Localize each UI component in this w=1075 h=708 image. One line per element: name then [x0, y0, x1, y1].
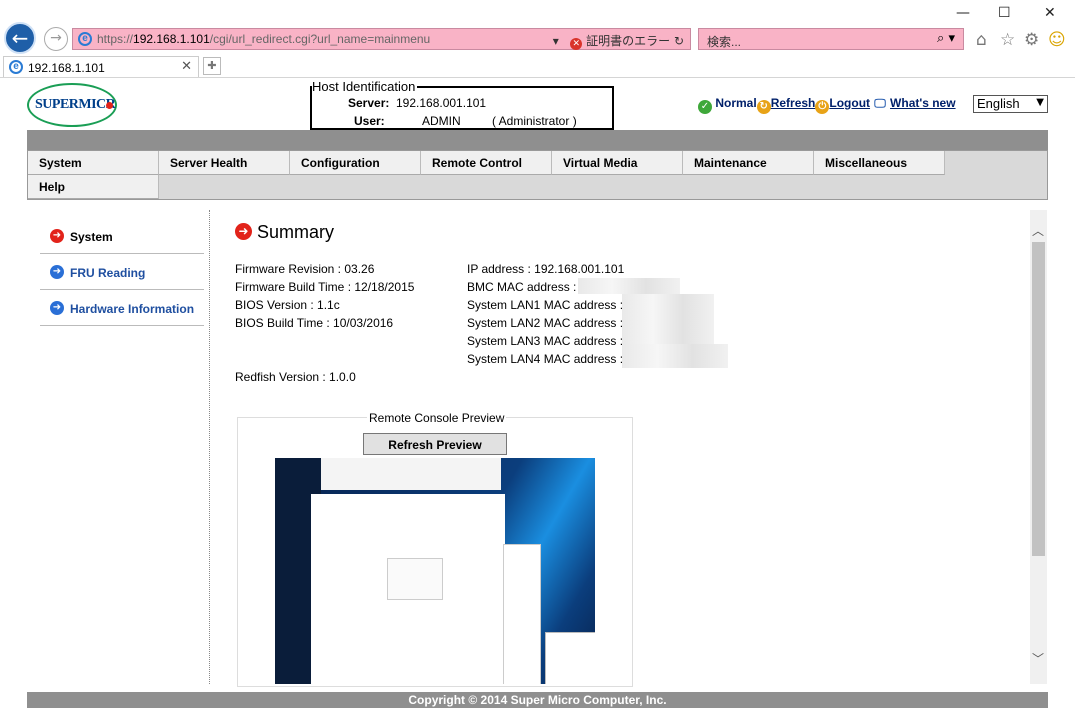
reload-icon[interactable]: ↻ [674, 34, 684, 48]
arrow-right-icon: ➜ [50, 301, 64, 315]
login-dialog [387, 558, 443, 600]
host-identification-box: Host Identification Server: 192.168.001.… [310, 79, 614, 130]
logo-dot [106, 102, 113, 109]
search-input[interactable]: 検索... [707, 33, 741, 50]
page-scrollbar[interactable]: ︿ ﹀ [1030, 210, 1047, 684]
chevron-down-icon: ▼ [1036, 97, 1044, 108]
maximize-icon[interactable]: ☐ [998, 5, 1011, 21]
header-status-links: ✓ Normal ↻ Refresh ⏻ Logout 🖵 What's new [698, 96, 956, 114]
ip-address: IP address : 192.168.001.101 [467, 262, 625, 276]
minimize-icon[interactable]: — [956, 5, 970, 21]
home-icon[interactable]: ⌂ [976, 30, 987, 50]
redacted-lan-macs [622, 294, 714, 346]
address-url[interactable]: https://192.168.1.101/cgi/url_redirect.c… [97, 32, 430, 46]
language-select[interactable]: English ▼ [973, 95, 1048, 113]
browser-window-header [321, 458, 501, 490]
server-value: 192.168.001.101 [396, 96, 487, 110]
arrow-right-icon: → [50, 30, 62, 46]
secondary-window [503, 544, 541, 684]
sidebar-item-system[interactable]: ➜ System [40, 218, 204, 254]
footer-copyright: Copyright © 2014 Super Micro Computer, I… [27, 692, 1048, 708]
bios-version: BIOS Version : 1.1c [235, 298, 340, 312]
forward-button[interactable]: → [44, 27, 68, 51]
small-window [545, 632, 595, 684]
back-button[interactable]: ← [4, 22, 36, 54]
sidebar-item-fru-reading[interactable]: ➜ FRU Reading [40, 254, 204, 290]
firmware-build-time: Firmware Build Time : 12/18/2015 [235, 280, 415, 294]
redacted-lan4-mac [622, 344, 728, 368]
menu-remote-control[interactable]: Remote Control [421, 151, 552, 175]
scroll-up-icon[interactable]: ︿ [1032, 222, 1044, 239]
host-identification-title: Host Identification [312, 79, 418, 94]
menu-maintenance[interactable]: Maintenance [683, 151, 814, 175]
user-label: User: [354, 114, 385, 128]
tab-divider [0, 77, 1075, 78]
address-bar[interactable]: e https://192.168.1.101/cgi/url_redirect… [72, 28, 691, 50]
ie-tab-icon: e [9, 60, 23, 74]
new-tab-button[interactable]: ✚ [203, 57, 221, 75]
arrow-right-icon: ➜ [50, 265, 64, 279]
lan2-mac-address: System LAN2 MAC address : [467, 316, 624, 330]
monitor-icon[interactable]: 🖵 [870, 96, 890, 111]
refresh-icon[interactable]: ↻ [756, 100, 771, 114]
settings-gear-icon[interactable]: ⚙ [1024, 30, 1039, 50]
refresh-preview-button[interactable]: Refresh Preview Image [363, 433, 507, 472]
console-preview-image[interactable] [275, 458, 595, 684]
ie-page-icon: e [78, 32, 92, 46]
menu-configuration[interactable]: Configuration [290, 151, 421, 175]
refresh-link[interactable]: Refresh [771, 96, 816, 110]
user-value: ADMIN [422, 114, 461, 128]
arrow-left-icon: ← [11, 26, 29, 50]
remote-console-preview-title: Remote Console Preview [367, 411, 507, 425]
cert-error-text[interactable]: 証明書のエラー [586, 34, 670, 48]
user-role: ( Administrator ) [492, 114, 577, 128]
cert-error-icon[interactable]: ✕ [570, 38, 583, 50]
menu-virtual-media[interactable]: Virtual Media [552, 151, 683, 175]
bios-build-time: BIOS Build Time : 10/03/2016 [235, 316, 394, 330]
server-label: Server: [348, 96, 390, 110]
search-box[interactable]: 検索... ⌕ ▾ [698, 28, 964, 50]
bmc-mac-address: BMC MAC address : [467, 280, 577, 294]
lan3-mac-address: System LAN3 MAC address : [467, 334, 624, 348]
menu-server-health[interactable]: Server Health [159, 151, 290, 175]
scroll-down-icon[interactable]: ﹀ [1032, 650, 1044, 667]
sidebar-divider [209, 210, 210, 684]
supermicro-logo: SUPERMICR [27, 83, 117, 127]
lan4-mac-address: System LAN4 MAC address : [467, 352, 624, 366]
status-normal: Normal [715, 96, 757, 110]
address-tools: ▾ ✕ 証明書のエラー ↻ [553, 32, 684, 50]
dropdown-icon[interactable]: ▾ [553, 34, 559, 48]
search-icon[interactable]: ⌕ ▾ [937, 31, 955, 46]
main-menu: System Server Health Configuration Remot… [27, 150, 1048, 200]
close-icon[interactable]: ✕ [1044, 5, 1056, 21]
smiley-feedback-icon[interactable]: ☺ [1048, 30, 1066, 50]
menu-miscellaneous[interactable]: Miscellaneous [814, 151, 945, 175]
menu-top-bar [27, 130, 1048, 150]
page-title: Summary [257, 222, 335, 242]
new-tab-icon: ✚ [207, 59, 217, 72]
tab-title: 192.168.1.101 [28, 61, 105, 75]
check-icon: ✓ [698, 100, 712, 114]
logout-icon[interactable]: ⏻ [815, 100, 830, 114]
whats-new-link[interactable]: What's new [890, 96, 956, 110]
firmware-revision: Firmware Revision : 03.26 [235, 262, 375, 276]
lan1-mac-address: System LAN1 MAC address : [467, 298, 624, 312]
menu-system[interactable]: System [28, 151, 159, 175]
scroll-thumb[interactable] [1032, 242, 1045, 556]
redfish-version: Redfish Version : 1.0.0 [235, 370, 356, 384]
redacted-bmc-mac [578, 278, 680, 294]
browser-tab[interactable]: e 192.168.1.101 ✕ [3, 56, 199, 78]
favorites-star-icon[interactable]: ☆ [1000, 30, 1015, 50]
logout-link[interactable]: Logout [829, 96, 870, 110]
arrow-right-icon: ➜ [50, 229, 64, 243]
tab-close-icon[interactable]: ✕ [181, 59, 192, 74]
menu-help[interactable]: Help [28, 175, 159, 199]
sidebar-item-hardware-information[interactable]: ➜ Hardware Information [40, 290, 204, 326]
summary-arrow-icon: ➜ [235, 223, 252, 240]
